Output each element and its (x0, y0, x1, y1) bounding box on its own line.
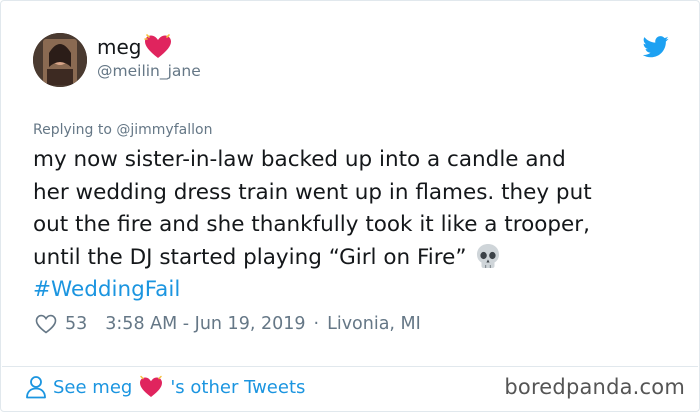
watermark: boredpanda.com (504, 375, 685, 399)
skull-icon (477, 243, 500, 268)
twitter-bird-icon[interactable] (643, 36, 669, 58)
person-icon (26, 376, 46, 399)
avatar-photo (33, 33, 87, 87)
hashtag-link[interactable]: #WeddingFail (33, 274, 673, 307)
like-count: 53 (65, 314, 88, 334)
avatar[interactable] (33, 33, 87, 87)
display-name-text: meg (97, 35, 142, 59)
location[interactable]: Livonia, MI (327, 314, 421, 334)
heart-outline-icon[interactable] (35, 314, 57, 334)
see-suffix: 's other Tweets (170, 376, 306, 398)
tweet-line: out the fire and she thankfully took it … (33, 212, 590, 237)
timestamp[interactable]: 3:58 AM - Jun 19, 2019 (105, 314, 305, 334)
replying-to[interactable]: Replying to @jimmyfallon (33, 122, 212, 138)
tweet-card: meg @meilin_jane Replying to @jimmyfallo… (0, 0, 700, 412)
display-name[interactable]: meg (97, 33, 173, 61)
see-other-tweets-link[interactable]: See meg 's other Tweets (25, 375, 305, 399)
tweet-meta: 53 3:58 AM - Jun 19, 2019 · Livonia, MI (35, 314, 421, 334)
sparkling-heart-icon (144, 34, 172, 58)
divider (2, 366, 698, 367)
tweet-line: her wedding dress train went up in flame… (33, 179, 592, 205)
tweet-line: until the DJ started playing “Girl on Fi… (33, 244, 467, 270)
tweet-line-with-emoji: until the DJ started playing “Girl on Fi… (33, 242, 673, 275)
tweet-text: my now sister-in-law backed up into a ca… (33, 144, 673, 307)
tweet-line: my now sister-in-law backed up into a ca… (33, 147, 566, 172)
sparkling-heart-icon (140, 375, 163, 397)
see-prefix: See meg (53, 376, 133, 398)
user-handle[interactable]: @meilin_jane (97, 62, 201, 80)
meta-separator: · (313, 314, 320, 334)
